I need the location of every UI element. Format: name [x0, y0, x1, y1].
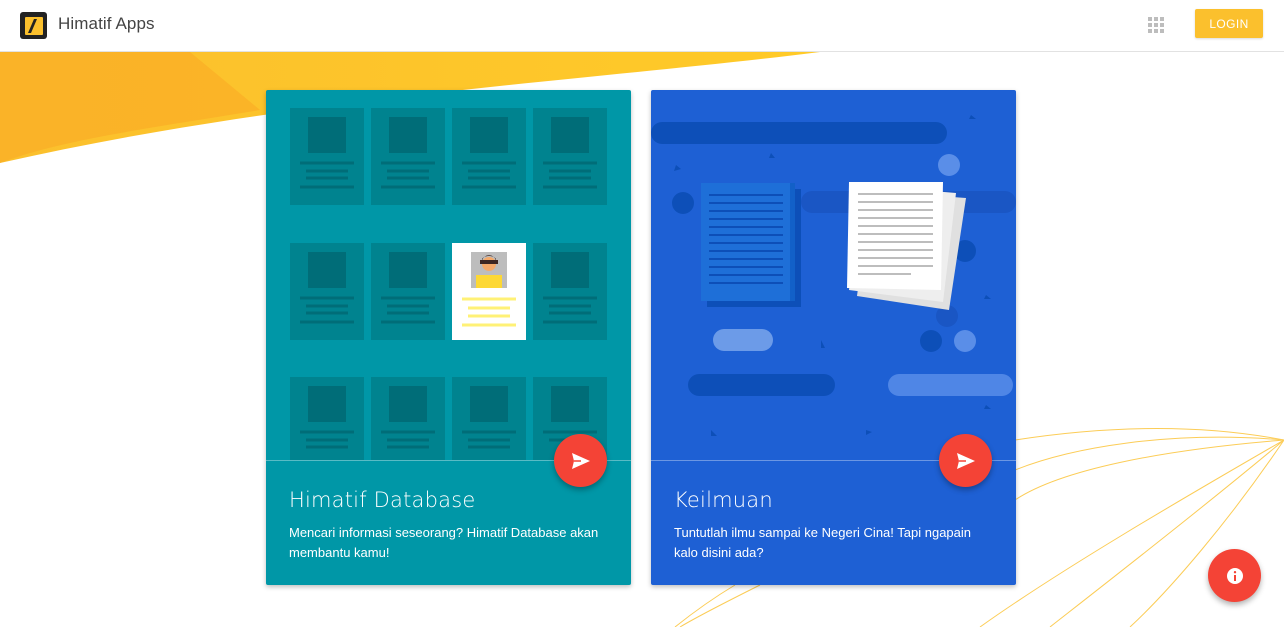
card-title: Keilmuan — [674, 488, 773, 512]
background-decoration — [0, 52, 1284, 627]
card-description: Mencari informasi seseorang? Himatif Dat… — [289, 525, 599, 560]
card-title: Himatif Database — [289, 488, 476, 512]
send-icon — [571, 452, 590, 469]
card-description: Tuntutlah ilmu sampai ke Negeri Cina! Ta… — [674, 525, 972, 560]
card-himatif-database[interactable]: Himatif Database Mencari informasi seseo… — [266, 90, 631, 585]
apps-grid-icon[interactable] — [1147, 16, 1165, 34]
login-button[interactable]: LOGIN — [1195, 9, 1263, 38]
logo-mark-icon — [24, 16, 43, 35]
app-title[interactable]: Himatif Apps — [58, 14, 155, 34]
card-keilmuan[interactable]: Keilmuan Tuntutlah ilmu sampai ke Negeri… — [651, 90, 1016, 585]
document-stack-icon — [701, 183, 801, 307]
paper-sheets-icon — [847, 182, 966, 310]
top-app-bar: Himatif Apps LOGIN — [0, 0, 1284, 52]
send-icon — [956, 452, 975, 469]
open-keilmuan-button[interactable] — [939, 434, 992, 487]
profile-card-icon — [452, 243, 526, 340]
open-himatif-database-button[interactable] — [554, 434, 607, 487]
info-button[interactable] — [1208, 549, 1261, 602]
himatif-logo[interactable] — [20, 12, 47, 39]
database-illustration — [290, 108, 607, 460]
info-icon — [1226, 567, 1243, 584]
keilmuan-illustration — [651, 115, 1016, 436]
